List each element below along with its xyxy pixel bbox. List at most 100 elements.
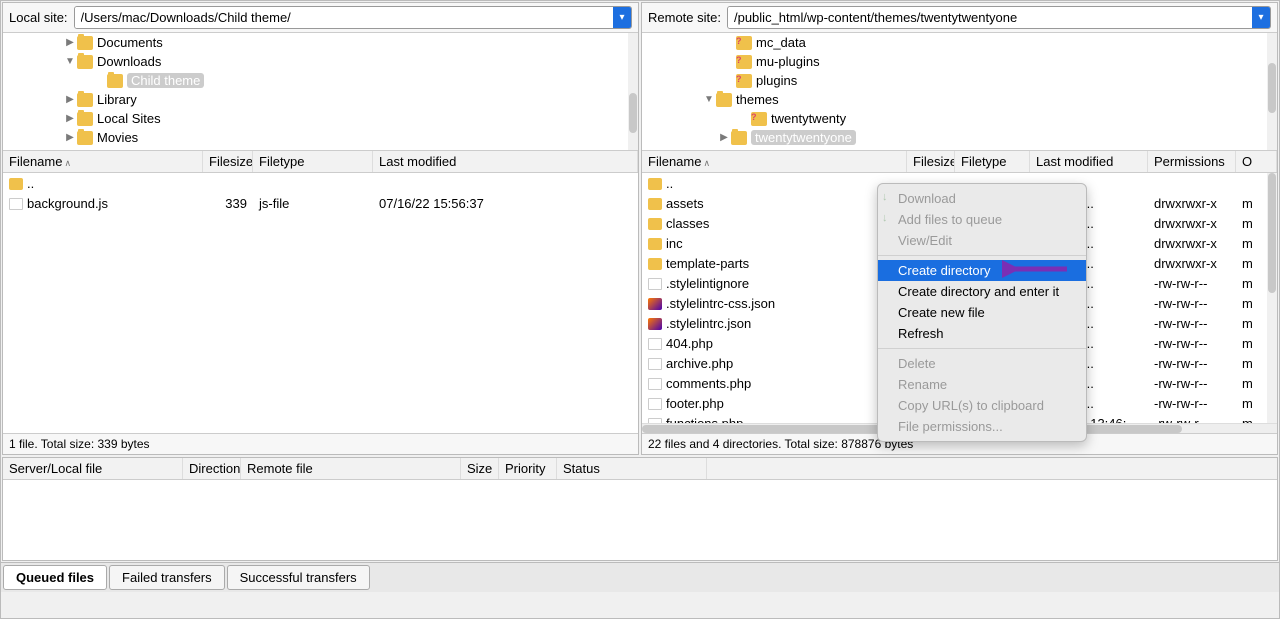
cell: m xyxy=(1236,334,1256,353)
col-status[interactable]: Status xyxy=(557,458,707,479)
menu-item-label: Add files to queue xyxy=(898,212,1002,227)
folder-icon xyxy=(9,178,23,190)
tree-item[interactable]: mc_data xyxy=(642,33,1277,52)
tree-item[interactable]: twentytwenty xyxy=(642,109,1277,128)
tree-item[interactable]: ▶Documents xyxy=(3,33,638,52)
file-icon xyxy=(648,318,662,330)
filename-label: footer.php xyxy=(666,396,724,411)
local-dir-tree[interactable]: ▶Documents▼DownloadsChild theme▶Library▶… xyxy=(3,33,638,151)
tree-item[interactable]: ▶twentytwentyone xyxy=(642,128,1277,147)
col-owner[interactable]: O xyxy=(1236,151,1277,172)
remote-files-scrollbar[interactable] xyxy=(1267,173,1277,423)
tab-successful-transfers[interactable]: Successful transfers xyxy=(227,565,370,590)
menu-item[interactable]: Create new file xyxy=(878,302,1086,323)
context-menu[interactable]: ↓Download↓Add files to queueView/EditCre… xyxy=(877,183,1087,442)
filename-label: comments.php xyxy=(666,376,751,391)
remote-site-label: Remote site: xyxy=(648,10,721,25)
queue-body[interactable] xyxy=(3,480,1277,560)
tree-item[interactable]: ▶ Library xyxy=(3,90,638,109)
menu-item-label: View/Edit xyxy=(898,233,952,248)
file-icon xyxy=(648,378,662,390)
filename-label: .. xyxy=(27,176,34,191)
cell: 07/16/22 15:56:37 xyxy=(373,194,633,213)
folder-icon xyxy=(731,131,747,145)
cell: drwxrwxr-x xyxy=(1148,234,1236,253)
disclosure-icon[interactable]: ▶ xyxy=(717,132,731,143)
col-filename-r[interactable]: Filename xyxy=(648,154,701,169)
cell: m xyxy=(1236,274,1256,293)
menu-item-label: Create new file xyxy=(898,305,985,320)
cell: m xyxy=(1236,374,1256,393)
col-permissions[interactable]: Permissions xyxy=(1148,151,1236,172)
filename-label: .stylelintignore xyxy=(666,276,749,291)
col-modified[interactable]: Last modified xyxy=(373,151,638,172)
col-filetype[interactable]: Filetype xyxy=(253,151,373,172)
filename-label: template-parts xyxy=(666,256,749,271)
menu-item-label: Refresh xyxy=(898,326,944,341)
tree-item[interactable] xyxy=(642,147,1277,151)
cell: -rw-rw-r-- xyxy=(1148,374,1236,393)
remote-dir-tree[interactable]: mc_datamu-pluginsplugins▼themestwentytwe… xyxy=(642,33,1277,151)
menu-item-label: Rename xyxy=(898,377,947,392)
local-list-header[interactable]: Filename∧ Filesize Filetype Last modifie… xyxy=(3,151,638,173)
tree-item-label: Local Sites xyxy=(97,111,161,126)
menu-item-label: File permissions... xyxy=(898,419,1003,434)
folder-icon xyxy=(648,218,662,230)
folder-unknown-icon xyxy=(751,112,767,126)
disclosure-icon[interactable]: ▶ xyxy=(63,132,77,143)
col-filesize-r[interactable]: Filesize xyxy=(907,151,955,172)
cell: m xyxy=(1236,234,1256,253)
tree-item[interactable]: plugins xyxy=(642,71,1277,90)
remote-list-header[interactable]: Filename∧ Filesize Filetype Last modifie… xyxy=(642,151,1277,173)
menu-item: ↓Download xyxy=(878,188,1086,209)
col-modified-r[interactable]: Last modified xyxy=(1030,151,1148,172)
col-server-local[interactable]: Server/Local file xyxy=(3,458,183,479)
disclosure-icon[interactable]: ▼ xyxy=(702,94,716,105)
transfer-queue-panel: Server/Local file Direction Remote file … xyxy=(2,457,1278,561)
tree-item[interactable]: ▼Downloads xyxy=(3,52,638,71)
tree-item-label: Child theme xyxy=(127,73,204,88)
remote-path-dropdown-icon[interactable]: ▾ xyxy=(1252,7,1270,28)
disclosure-icon[interactable]: ▼ xyxy=(63,56,77,67)
tree-item[interactable]: ▼themes xyxy=(642,90,1277,109)
cell: m xyxy=(1236,314,1256,333)
remote-path-combo[interactable]: ▾ xyxy=(727,6,1271,29)
tree-item[interactable]: mu-plugins xyxy=(642,52,1277,71)
menu-item-label: Download xyxy=(898,191,956,206)
tree-item[interactable]: ▶ Local Sites xyxy=(3,109,638,128)
disclosure-icon[interactable]: ▶ xyxy=(63,113,77,124)
col-filename[interactable]: Filename xyxy=(9,154,62,169)
cell: js-file xyxy=(253,194,373,213)
local-path-input[interactable] xyxy=(75,7,613,28)
local-file-list[interactable]: .. background.js339js-file07/16/22 15:56:… xyxy=(3,173,638,433)
tab-failed-transfers[interactable]: Failed transfers xyxy=(109,565,225,590)
tree-item[interactable]: ▶Movies xyxy=(3,128,638,147)
tree-item[interactable]: Child theme xyxy=(3,71,638,90)
file-row[interactable]: .. xyxy=(3,173,638,193)
cell xyxy=(1236,181,1256,185)
col-direction[interactable]: Direction xyxy=(183,458,241,479)
col-filetype-r[interactable]: Filetype xyxy=(955,151,1030,172)
cell: m xyxy=(1236,354,1256,373)
col-priority[interactable]: Priority xyxy=(499,458,557,479)
menu-item[interactable]: Create directory xyxy=(878,260,1086,281)
local-path-combo[interactable]: ▾ xyxy=(74,6,632,29)
file-icon xyxy=(648,298,662,310)
tab-queued-files[interactable]: Queued files xyxy=(3,565,107,590)
tree-item-label: Library xyxy=(97,92,137,107)
disclosure-icon[interactable]: ▶ xyxy=(63,37,77,48)
queue-header[interactable]: Server/Local file Direction Remote file … xyxy=(3,458,1277,480)
remote-tree-scrollbar[interactable] xyxy=(1267,33,1277,150)
col-size[interactable]: Size xyxy=(461,458,499,479)
menu-item[interactable]: Create directory and enter it xyxy=(878,281,1086,302)
local-path-dropdown-icon[interactable]: ▾ xyxy=(613,7,631,28)
remote-path-input[interactable] xyxy=(728,7,1252,28)
disclosure-icon[interactable]: ▶ xyxy=(63,94,77,105)
file-row[interactable]: background.js339js-file07/16/22 15:56:37 xyxy=(3,193,638,213)
menu-item[interactable]: Refresh xyxy=(878,323,1086,344)
menu-item-label: Create directory xyxy=(898,263,990,278)
col-filesize[interactable]: Filesize xyxy=(203,151,253,172)
cell: -rw-rw-r-- xyxy=(1148,274,1236,293)
local-tree-scrollbar[interactable] xyxy=(628,33,638,150)
col-remote-file[interactable]: Remote file xyxy=(241,458,461,479)
